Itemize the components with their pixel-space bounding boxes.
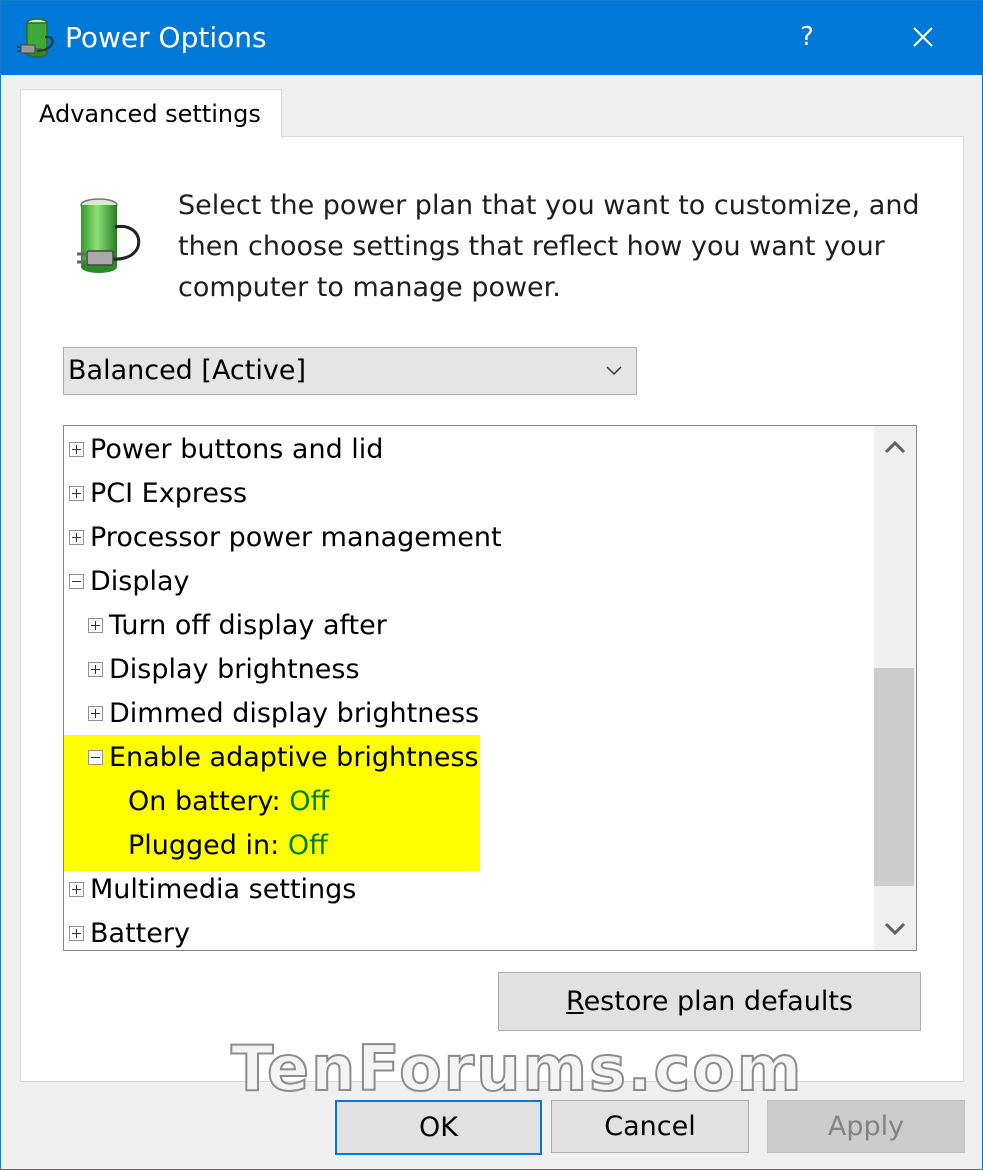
vertical-scrollbar[interactable] <box>874 426 916 950</box>
cancel-button[interactable]: Cancel <box>551 1100 749 1153</box>
restore-label: estore plan defaults <box>583 986 853 1017</box>
setting-label: On battery: <box>128 786 281 817</box>
tree-item-label: Battery <box>90 918 190 949</box>
window-title: Power Options <box>65 21 267 54</box>
help-button[interactable]: ? <box>783 1 831 75</box>
apply-button[interactable]: Apply <box>767 1100 965 1153</box>
power-plan-dropdown[interactable]: Balanced [Active] <box>63 347 637 395</box>
tree-item-display-brightness[interactable]: Display brightness <box>83 648 360 692</box>
chevron-up-icon <box>884 440 906 454</box>
settings-tree[interactable]: Power buttons and lid PCI Express Proces… <box>63 425 917 951</box>
watermark-text: TenForums.com <box>230 1032 804 1105</box>
access-key: R <box>566 986 584 1017</box>
close-button[interactable] <box>881 1 965 75</box>
tree-item-label: Multimedia settings <box>90 874 357 905</box>
tree-item-power-buttons[interactable]: Power buttons and lid <box>64 428 383 472</box>
tree-item-processor-power[interactable]: Processor power management <box>64 516 502 560</box>
tree-item-label: Power buttons and lid <box>90 434 384 465</box>
power-plan-value: Balanced [Active] <box>68 355 306 386</box>
tree-item-label: Display <box>90 566 190 597</box>
tree-item-display[interactable]: Display <box>64 560 190 604</box>
tree-item-label: Processor power management <box>90 522 502 553</box>
tree-item-adaptive-brightness[interactable]: Enable adaptive brightness <box>83 736 479 780</box>
setting-on-battery[interactable]: On battery: Off <box>128 780 329 824</box>
tree-item-label: Enable adaptive brightness <box>109 742 479 773</box>
tree-item-label: Dimmed display brightness <box>109 698 480 729</box>
setting-plugged-in[interactable]: Plugged in: Off <box>128 824 328 868</box>
tree-item-multimedia[interactable]: Multimedia settings <box>64 868 356 912</box>
setting-value-on-battery[interactable]: Off <box>289 786 329 817</box>
scroll-up-button[interactable] <box>874 426 916 468</box>
power-options-icon <box>17 18 54 58</box>
plus-icon[interactable] <box>69 442 84 457</box>
tree-item-label: Display brightness <box>109 654 360 685</box>
plus-icon[interactable] <box>69 882 84 897</box>
tree-item-battery[interactable]: Battery <box>64 912 190 950</box>
description-text: Select the power plan that you want to c… <box>178 190 920 303</box>
plus-icon[interactable] <box>88 706 103 721</box>
chevron-down-icon <box>606 366 622 376</box>
close-icon <box>913 27 933 47</box>
tree-item-label: PCI Express <box>90 478 248 509</box>
scroll-down-button[interactable] <box>874 908 916 950</box>
tree-item-dimmed-brightness[interactable]: Dimmed display brightness <box>83 692 479 736</box>
plus-icon[interactable] <box>88 662 103 677</box>
battery-plug-icon <box>77 198 141 273</box>
plus-icon[interactable] <box>69 486 84 501</box>
plus-icon[interactable] <box>69 926 84 941</box>
tab-advanced-settings[interactable]: Advanced settings <box>20 89 282 138</box>
plus-icon[interactable] <box>69 530 84 545</box>
setting-value-plugged-in[interactable]: Off <box>288 830 328 861</box>
power-options-dialog: Power Options ? Advanced settings Select <box>0 0 983 1170</box>
tree-item-label: Turn off display after <box>109 610 387 641</box>
tab-label: Advanced settings <box>39 100 261 128</box>
restore-plan-defaults-button[interactable]: Restore plan defaults <box>498 972 921 1031</box>
title-bar[interactable]: Power Options ? <box>1 1 982 75</box>
plus-icon[interactable] <box>88 618 103 633</box>
setting-label: Plugged in: <box>128 830 280 861</box>
tree-item-turn-off-display[interactable]: Turn off display after <box>83 604 387 648</box>
minus-icon[interactable] <box>69 574 84 589</box>
chevron-down-icon <box>884 922 906 936</box>
minus-icon[interactable] <box>88 750 103 765</box>
tree-item-pci-express[interactable]: PCI Express <box>64 472 247 516</box>
scroll-thumb[interactable] <box>874 668 914 886</box>
ok-button[interactable]: OK <box>335 1100 542 1155</box>
